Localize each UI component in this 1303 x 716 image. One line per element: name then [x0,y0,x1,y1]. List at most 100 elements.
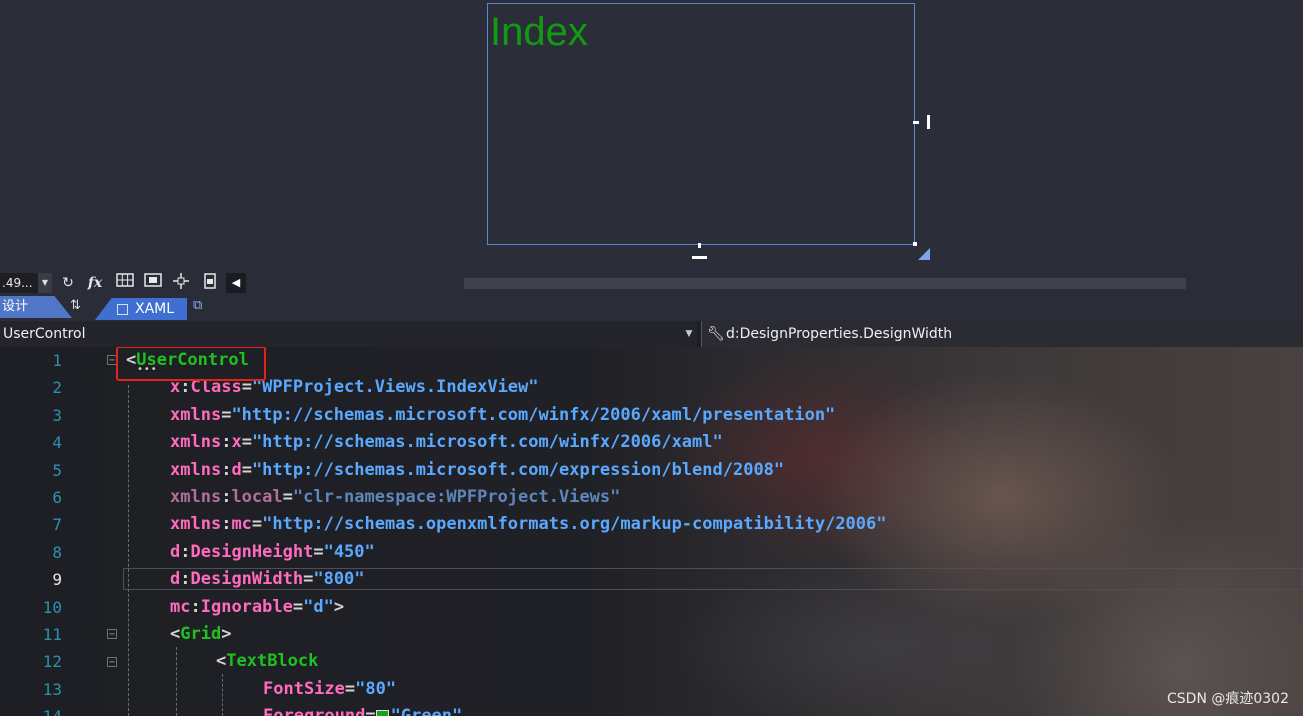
code-line: xmlns:d="http://schemas.microsoft.com/ex… [170,457,784,484]
code-token: mc [231,514,252,535]
tab-xaml[interactable]: XAML [95,298,187,320]
line-number: 12 [42,652,62,672]
code-token: "clr-namespace:WPFProject.Views" [292,487,621,507]
code-token: > [221,624,232,644]
code-token: : [190,596,201,617]
device-icon[interactable] [199,273,221,293]
code-token: : [221,459,232,480]
design-tab-label: 设计 [2,299,29,314]
line-number: 4 [52,433,62,453]
fx-icon[interactable]: fx [84,273,106,293]
corner-resize-icon[interactable] [918,248,930,260]
wrench-icon: 🔧︎ [707,326,725,342]
code-token: > [333,596,345,617]
code-token: xmlns [170,404,222,425]
line-number: 11 [42,625,62,644]
height-grip-icon[interactable] [692,256,707,259]
resize-handle-bottom[interactable] [698,243,701,248]
type-selector-value: UserControl [3,326,86,342]
code-token: local [231,487,283,507]
line-number: 13 [42,679,62,699]
code-line: xmlns:local="clr-namespace:WPFProject.Vi… [170,484,620,511]
code-token: DesignWidth [190,569,304,590]
code-token: Grid [180,624,222,644]
code-line: xmlns:x="http://schemas.microsoft.com/wi… [170,429,723,456]
code-token: d [170,569,181,590]
fold-toggle-icon[interactable]: − [107,629,117,640]
line-number: 5 [52,460,62,480]
code-line: d:DesignHeight="450" [170,539,375,566]
usercontrol-artboard[interactable]: Index [487,3,915,245]
code-token: : [221,432,232,453]
code-token: FontSize [263,678,345,699]
code-token: d [231,459,242,480]
code-token: = [282,487,293,507]
indent-guide [222,674,223,716]
grid-icon[interactable] [114,273,136,293]
snap-lines-icon[interactable] [170,273,192,293]
code-token: "800" [313,569,365,590]
code-token: < [216,651,227,672]
code-token: = [365,706,375,716]
code-token: xmlns [170,459,222,480]
xaml-file-icon [117,304,128,315]
code-token: "80" [355,678,397,699]
code-token: "http://schemas.microsoft.com/winfx/2006… [251,432,723,453]
csdn-watermark: CSDN @痕迹0302 [1167,691,1289,707]
code-token: = [241,459,252,480]
code-token: "WPFProject.Views.IndexView" [251,377,539,398]
code-token: TextBlock [226,651,319,672]
index-textblock-preview[interactable]: Index [490,8,588,56]
code-token: DesignHeight [190,541,314,562]
popout-icon[interactable]: ⧉ [193,298,202,313]
code-token: : [221,514,232,535]
code-token: = [303,569,314,590]
designer-horizontal-scrollbar[interactable] [464,278,1186,289]
tab-design[interactable]: 设计 [0,296,72,318]
code-token: Ignorable [200,596,293,617]
snap-grid-icon[interactable] [142,273,164,293]
design-surface[interactable]: Index [0,0,1303,268]
code-token: xmlns [170,432,222,453]
code-token: : [180,541,191,562]
line-number: 6 [52,488,62,507]
xaml-tab-label: XAML [135,301,175,317]
code-token: : [221,487,232,507]
refresh-icon[interactable]: ↻ [57,273,79,293]
intellisense-dots-icon: ••• [137,364,158,375]
code-token: "http://schemas.openxmlformats.org/marku… [262,514,887,535]
xaml-code-editor[interactable]: 1234567891011121314 − − − <UserControlx:… [0,347,1303,716]
fold-toggle-icon[interactable]: − [107,657,117,668]
code-token: d [170,541,181,562]
code-token: x [231,432,242,453]
chevron-down-icon[interactable]: ▼ [682,321,696,347]
collapse-icon[interactable]: ◀ [226,273,246,293]
resize-handle-corner[interactable] [913,242,917,246]
code-token: < [170,624,181,644]
code-token: "http://schemas.microsoft.com/winfx/2006… [231,404,836,425]
swap-panes-icon[interactable]: ⇅ [70,298,81,313]
code-token: = [313,541,324,562]
member-selector-value: d:DesignProperties.DesignWidth [726,326,953,342]
line-number: 8 [52,542,62,562]
code-line: xmlns:mc="http://schemas.openxmlformats.… [170,511,887,538]
line-number: 3 [52,405,62,425]
color-swatch-icon[interactable] [375,709,389,716]
line-number: 1 [52,351,62,370]
code-token: xmlns [170,487,222,507]
code-token: "d" [303,596,334,617]
type-selector[interactable]: UserControl ▼ [0,321,697,347]
width-grip-icon[interactable] [927,115,930,129]
line-number: 14 [0,703,62,716]
code-line: Foreground= "Green" [263,703,462,716]
chevron-down-icon[interactable]: ▼ [38,273,52,293]
resize-handle-right[interactable] [913,121,919,124]
line-number: 10 [42,597,62,617]
line-number: 7 [52,515,62,535]
code-token: Foreground [263,706,365,716]
code-line: <Grid> [170,621,231,648]
code-line: mc:Ignorable="d"> [170,594,344,621]
code-token: mc [170,596,191,617]
indent-guide [176,647,177,716]
member-selector[interactable]: 🔧︎ d:DesignProperties.DesignWidth [701,321,1303,347]
